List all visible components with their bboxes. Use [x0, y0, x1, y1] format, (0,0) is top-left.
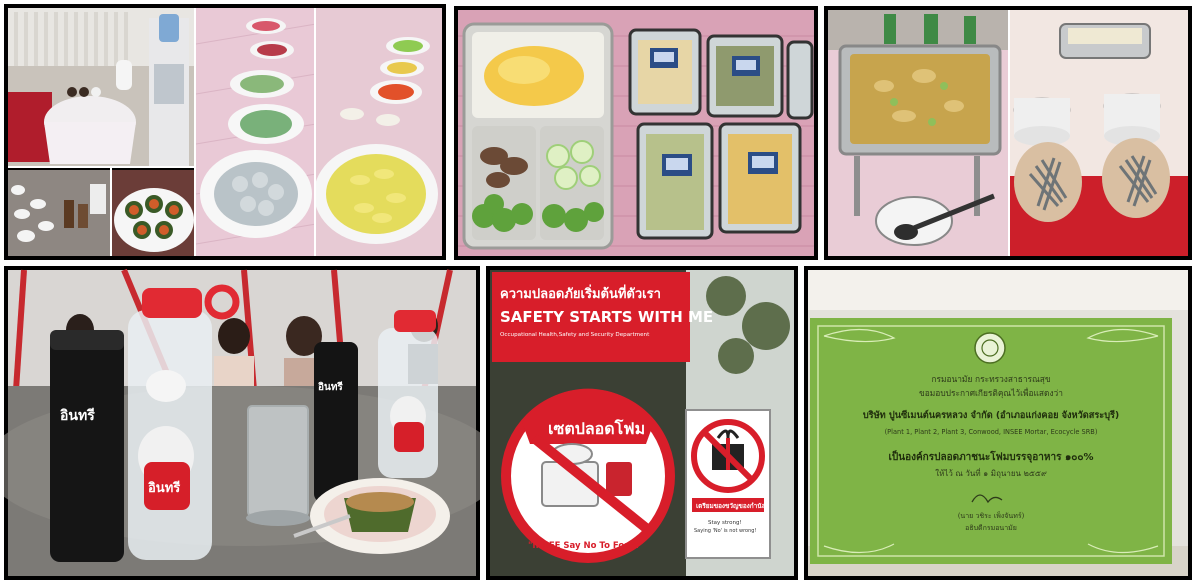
- certificate-date: ให้ไว้ ณ วันที่ ๑ มิถุนายน ๒๕๕๙: [935, 467, 1047, 478]
- buffet-collage-image: [8, 8, 442, 256]
- photo-buffet-collage: [4, 4, 446, 260]
- photo-certificate: กรมอนามัย กระทรวงสาธารณสุข ขอมอบประกาศเก…: [804, 266, 1192, 580]
- gift-caption-2: Saying 'No' is not wrong!: [694, 528, 756, 534]
- safety-department: Occupational Health,Safety and Security …: [500, 332, 650, 338]
- lunch-boxes-image: [458, 10, 814, 256]
- flask-brand-label: อินทรี: [59, 408, 95, 424]
- certificate-line1: กรมอนามัย กระทรวงสาธารณสุข: [931, 374, 1050, 385]
- certificate-plants: (Plant 1, Plant 2, Plant 3, Conwood, INS…: [885, 428, 1098, 436]
- safety-thai-heading: ความปลอดภัยเริ่มต้นที่ตัวเรา: [500, 284, 661, 302]
- ministry-emblem-icon: [974, 332, 1006, 364]
- foam-slogan: "INSEE Say No To Foam": [528, 541, 643, 551]
- gift-thai-caption: เตรียมของขวัญของกำนัล: [696, 502, 766, 510]
- certificate-signer: (นาย วชิระ เพ็งจันทร์): [958, 511, 1025, 520]
- certificate-statement: เป็นองค์กรปลอดภาชนะโฟมบรรจุอาหาร ๑๐๐%: [888, 449, 1093, 463]
- photo-buffet-trays: [824, 6, 1192, 260]
- gift-caption-1: Stay strong!: [708, 520, 742, 526]
- bottle-brand-label: อินทรี: [148, 480, 180, 496]
- buffet-trays-image: [828, 10, 1188, 256]
- photo-safety-sign: ความปลอดภัยเริ่มต้นที่ตัวเรา SAFETY STAR…: [486, 266, 798, 580]
- safety-sign-image: ความปลอดภัยเริ่มต้นที่ตัวเรา SAFETY STAR…: [490, 270, 794, 576]
- certificate-signer-title: อธิบดีกรมอนามัย: [965, 524, 1017, 532]
- flask2-brand-label: อินทรี: [318, 381, 343, 393]
- safety-heading: SAFETY STARTS WITH ME: [500, 308, 713, 326]
- foam-thai-title: เซตปลอดโฟม: [548, 418, 645, 438]
- photo-water-bottles: อินทรี อินทรี อินทรี: [4, 266, 480, 580]
- certificate-image: กรมอนามัย กระทรวงสาธารณสุข ขอมอบประกาศเก…: [808, 270, 1188, 576]
- photo-lunch-boxes: [454, 6, 818, 260]
- certificate-line2: ขอมอบประกาศเกียรติคุณไว้เพื่อแสดงว่า: [919, 387, 1063, 399]
- water-bottles-image: อินทรี อินทรี อินทรี: [4, 268, 480, 576]
- certificate-company: บริษัท ปูนซีเมนต์นครหลวง จำกัด (อำเภอแก่…: [863, 409, 1119, 421]
